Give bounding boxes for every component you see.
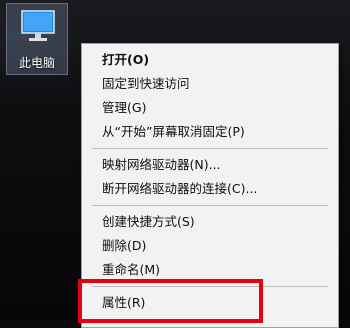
- computer-icon: [21, 10, 55, 41]
- this-pc-label: 此电脑: [18, 56, 55, 70]
- menu-item-pin-quick-access[interactable]: 固定到快速访问: [82, 72, 338, 96]
- menu-item-map-network-drive[interactable]: 映射网络驱动器(N)...: [82, 153, 338, 177]
- menu-item-disconnect-network-drive[interactable]: 断开网络驱动器的连接(C)...: [82, 177, 338, 201]
- this-pc-desktop-icon[interactable]: 此电脑: [6, 3, 68, 75]
- menu-separator: [92, 205, 328, 206]
- menu-separator: [92, 148, 328, 149]
- menu-item-unpin-start[interactable]: 从“开始”屏幕取消固定(P): [82, 120, 338, 144]
- menu-item-manage[interactable]: 管理(G): [82, 96, 338, 120]
- menu-item-open[interactable]: 打开(O): [82, 48, 338, 72]
- menu-item-create-shortcut[interactable]: 创建快捷方式(S): [82, 210, 338, 234]
- menu-item-delete[interactable]: 删除(D): [82, 234, 338, 258]
- properties-highlight-box: [78, 279, 263, 323]
